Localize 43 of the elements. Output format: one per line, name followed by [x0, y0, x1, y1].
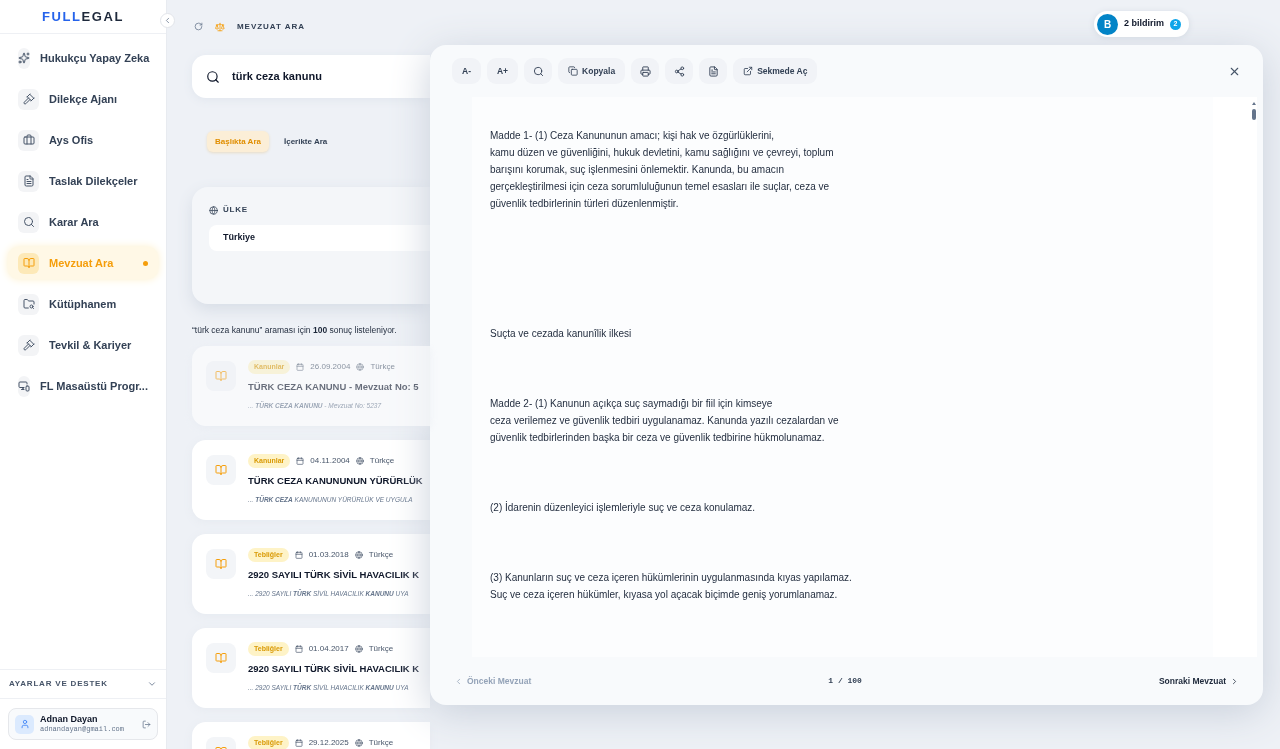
- country-select[interactable]: Türkiye: [209, 225, 430, 251]
- sidebar-item[interactable]: Dilekçe Ajanı: [8, 83, 158, 115]
- filter-label: ÜLKE: [223, 204, 248, 216]
- date-text: 01.04.2017: [308, 643, 349, 655]
- document-paragraph: Suçta ve cezada kanunîlik ilkesi: [490, 327, 633, 341]
- sidebar-item[interactable]: Kütüphanem: [8, 288, 158, 320]
- toolbar-button[interactable]: A+: [487, 58, 519, 84]
- brand-logo: FULLEGAL: [42, 7, 124, 26]
- result-title: TÜRK CEZA KANUNU - Mevzuat No: 5: [248, 380, 419, 395]
- document-paragraph: Madde 1- (1) Ceza Kanununun amacı; kişi hak ve özgürlüklerini, kamu düzen ve güvenliğini, hukuk devletini, kamu sağlığını ve çevreyi, toplum barışını korumak, suç işlenmesini önlemektir. Kanunda, bu amacın gerçekleştirilmesi için ceza sorumluluğunun temel esasları ile suçlar, ceza ve güvenlik tedbirlerinin türleri düzenlenmiştir.: [490, 129, 835, 211]
- result-title: 2920 SAYILI TÜRK SİVİL HAVACILIK K: [248, 568, 420, 583]
- language-text: Türkçe: [368, 737, 394, 749]
- sidebar-item[interactable]: Tevkil & Kariyer: [8, 329, 158, 361]
- date-text: 04.11.2004: [310, 455, 350, 467]
- sidebar-item[interactable]: FL Masaüstü Progr...: [8, 370, 158, 402]
- user-name: Adnan Dayan: [40, 714, 99, 726]
- language-text: Türkçe: [370, 361, 395, 373]
- date-text: 26.09.2004: [310, 361, 351, 373]
- next-button[interactable]: Sonraki Mevzuat: [1158, 674, 1239, 688]
- result-title: 2920 SAYILI TÜRK SİVİL HAVACILIK K: [248, 662, 420, 677]
- toolbar-button[interactable]: Sekmede Aç: [733, 58, 818, 84]
- breadcrumb: MEVZUAT ARA: [237, 20, 305, 33]
- document-paragraph: (2) İdarenin düzenleyici işlemleriyle suç ve ceza konulamaz.: [490, 500, 757, 515]
- language-text: Türkçe: [368, 549, 394, 561]
- language-text: Türkçe: [368, 643, 394, 655]
- date-text: 01.03.2018: [308, 549, 349, 561]
- sidebar-item[interactable]: Karar Ara: [8, 206, 158, 238]
- date-text: 29.12.2025: [308, 737, 349, 749]
- toolbar-button[interactable]: A-: [452, 58, 481, 84]
- sidebar-item[interactable]: Taslak Dilekçeler: [8, 165, 158, 197]
- language-text: Türkçe: [369, 455, 395, 467]
- avatar: B: [1097, 13, 1118, 35]
- toolbar-button[interactable]: Kopyala: [558, 58, 626, 84]
- search-field[interactable]: türk ceza kanunu: [192, 55, 430, 98]
- document-paragraph: (3) Kanunların suç ve ceza içeren hükümlerinin uygulanmasında kıyas yapılamaz. Suç ve ceza içeren hükümler, kıyasa yol açacak biçimde geniş yorumlanamaz.: [490, 571, 852, 602]
- search-mode-tab[interactable]: İçerikte Ara: [282, 131, 329, 152]
- page-counter: 1 / 100: [828, 675, 862, 687]
- result-title: TÜRK CEZA KANUNUNUN YÜRÜRLÜK: [248, 474, 423, 489]
- sidebar-item[interactable]: Hukukçu Yapay Zeka: [8, 42, 158, 74]
- section-label: AYARLAR VE DESTEK: [9, 678, 108, 690]
- sidebar-item[interactable]: Ays Ofis: [8, 124, 158, 156]
- document-paragraph: Madde 2- (1) Kanunun açıkça suç saymadığı bir fiil için kimseye ceza verilemez ve güvenlik tedbiri uygulanamaz. Kanunda yazılı cezalardan ve güvenlik tedbirlerinden başka bir ceza ve güvenlik tedbirine hükmolunamaz.: [490, 397, 840, 445]
- result-summary: “türk ceza kanunu” araması için 100 sonuç listeleniyor.: [192, 324, 397, 337]
